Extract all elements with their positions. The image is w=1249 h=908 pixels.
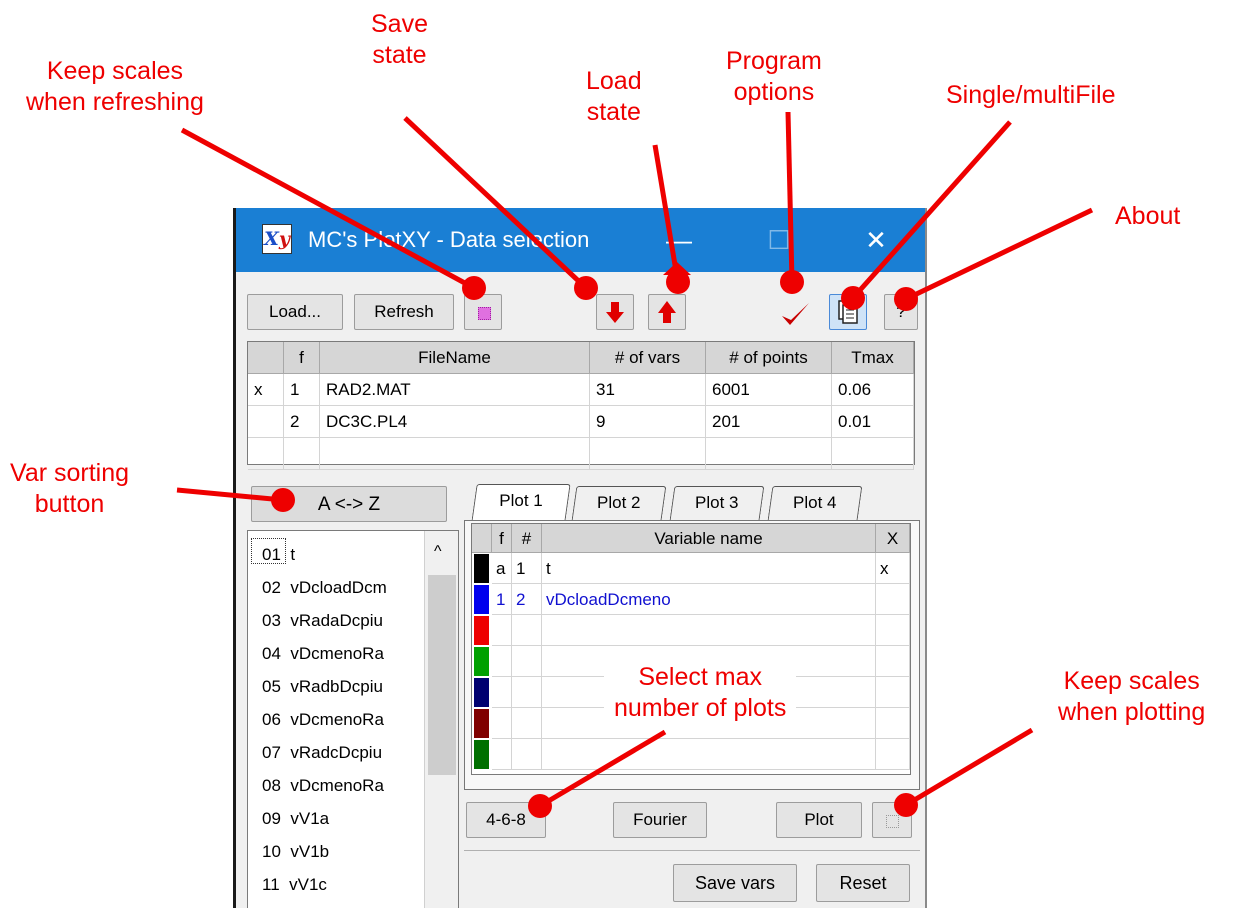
callout-dot-single-multifile	[841, 286, 865, 310]
callout-load-state: Load state	[586, 67, 642, 126]
callout-keep-scales-refresh: Keep scales when refreshing	[26, 57, 204, 116]
callout-var-sorting: Var sorting button	[10, 459, 130, 518]
callout-save-state: Save state	[371, 10, 428, 69]
callout-line-save-state	[403, 116, 588, 290]
callout-line-load-state	[652, 144, 680, 278]
callout-program-options: Program options	[726, 47, 822, 106]
callout-arrows	[176, 111, 1094, 818]
callout-dot-keep-scales-refresh	[462, 276, 486, 300]
callout-single-multifile: Single/multiFile	[946, 81, 1116, 109]
callout-line-keep-scales-refresh	[180, 127, 476, 291]
callout-dot-program-options	[780, 270, 804, 294]
callout-line-keep-scales-plotting	[904, 727, 1034, 808]
callout-dot-load-state	[666, 270, 690, 294]
callout-line-var-sorting	[176, 487, 284, 503]
callout-line-about	[904, 207, 1094, 302]
callout-select-max-plots: Select max number of plots	[604, 662, 797, 724]
callout-dot-keep-scales-plotting	[894, 793, 918, 817]
callout-keep-scales-plotting: Keep scales when plotting	[1058, 667, 1206, 726]
callout-dot-var-sorting	[271, 488, 295, 512]
callout-line-program-options	[785, 111, 795, 283]
callout-dot-select-max-plots	[528, 794, 552, 818]
callout-line-select-max-plots	[538, 729, 667, 809]
callout-dot-save-state	[574, 276, 598, 300]
callout-line-single-multifile	[851, 120, 1012, 300]
callout-dot-about	[894, 287, 918, 311]
callout-about: About	[1115, 202, 1181, 230]
